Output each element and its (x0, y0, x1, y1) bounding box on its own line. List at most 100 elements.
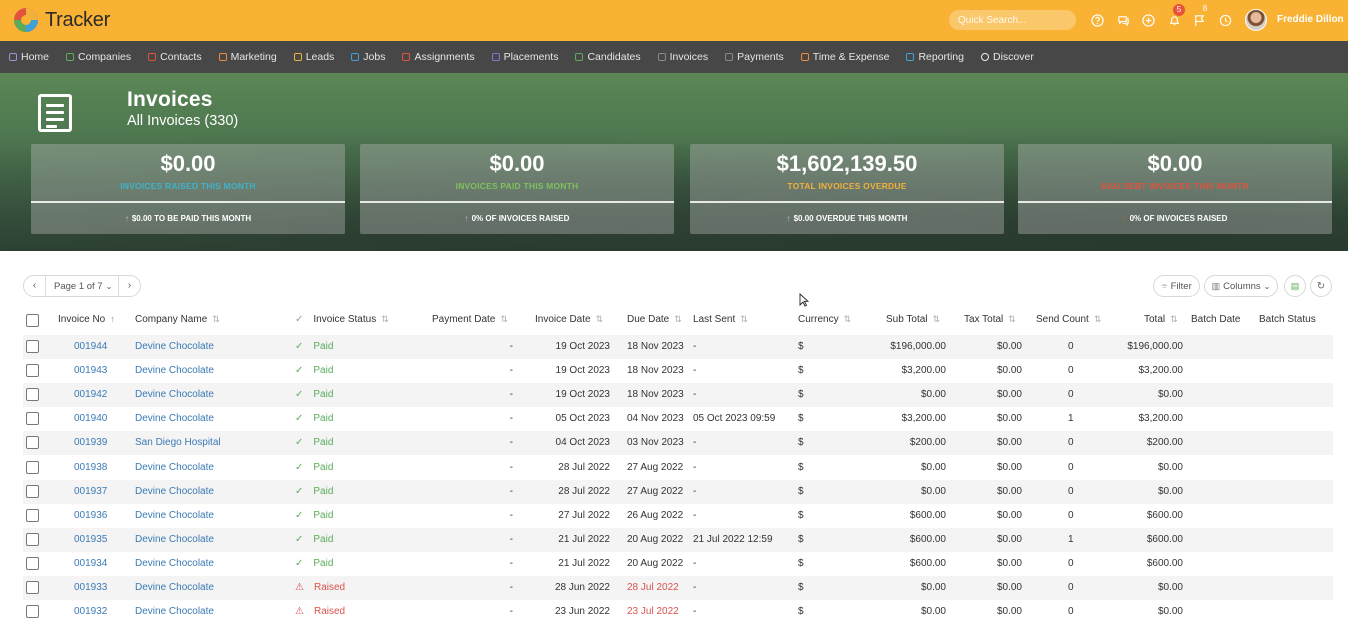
company-name-link[interactable]: Devine Chocolate (135, 486, 214, 497)
help-icon[interactable] (1089, 12, 1105, 28)
sort-icon[interactable]: ⇅ (844, 314, 852, 324)
sort-icon[interactable]: ⇅ (212, 314, 220, 324)
company-name-link[interactable]: San Diego Hospital (135, 437, 221, 448)
next-page-button[interactable]: › (118, 276, 140, 296)
sort-icon[interactable]: ⇅ (740, 314, 748, 324)
column-header-total[interactable]: Total ⇅ (1144, 314, 1178, 325)
company-name-link[interactable]: Devine Chocolate (135, 582, 214, 593)
stat-card-bad-debt[interactable]: $0.00 BAD DEBT INVOICES THIS MONTH ↑ 0% O… (1018, 144, 1332, 234)
user-name[interactable]: Freddie Dillon (1277, 14, 1344, 25)
nav-item-invoices[interactable]: Invoices (657, 51, 708, 63)
row-checkbox[interactable] (26, 412, 39, 426)
invoice-number-link[interactable]: 001940 (74, 413, 107, 424)
sort-icon[interactable]: ⇅ (500, 314, 508, 324)
company-name-link[interactable]: Devine Chocolate (135, 558, 214, 569)
column-header-tax-total[interactable]: Tax Total ⇅ (964, 314, 1016, 325)
sort-icon[interactable]: ⇅ (381, 314, 389, 324)
export-excel-button[interactable]: ▤ (1284, 275, 1306, 297)
invoice-number-link[interactable]: 001932 (74, 606, 107, 617)
sort-icon[interactable]: ⇅ (596, 314, 604, 324)
table-row[interactable]: 001938 Devine Chocolate ✓ Paid - 28 Jul 2022 2… (23, 456, 1333, 480)
row-checkbox[interactable] (26, 556, 39, 570)
invoice-number-link[interactable]: 001937 (74, 486, 107, 497)
table-row[interactable]: 001936 Devine Chocolate ✓ Paid - 27 Jul 2022 2… (23, 504, 1333, 528)
invoice-number-link[interactable]: 001933 (74, 582, 107, 593)
user-avatar[interactable] (1245, 9, 1267, 31)
table-row[interactable]: 001935 Devine Chocolate ✓ Paid - 21 Jul 2022 2… (23, 527, 1333, 552)
quick-search-input[interactable] (949, 10, 1076, 30)
sort-icon[interactable]: ⇅ (1170, 314, 1178, 324)
column-header-company-name[interactable]: Company Name ⇅ (135, 314, 220, 325)
nav-item-time-expense[interactable]: Time & Expense (800, 51, 889, 63)
invoice-number-link[interactable]: 001944 (74, 341, 107, 352)
company-name-link[interactable]: Devine Chocolate (135, 413, 214, 424)
page-select[interactable]: Page 1 of 7 ⌄ (46, 281, 118, 292)
prev-page-button[interactable]: ‹ (24, 276, 46, 296)
invoice-number-link[interactable]: 001934 (74, 558, 107, 569)
company-name-link[interactable]: Devine Chocolate (135, 510, 214, 521)
columns-button[interactable]: ▥ Columns ⌄ (1204, 275, 1278, 297)
invoice-number-link[interactable]: 001943 (74, 365, 107, 376)
table-row[interactable]: 001939 San Diego Hospital ✓ Paid - 04 Oct 202… (23, 431, 1333, 456)
column-header-last-sent[interactable]: Last Sent ⇅ (693, 314, 748, 325)
sort-icon[interactable]: ⇅ (1008, 314, 1016, 324)
row-checkbox[interactable] (26, 364, 39, 378)
column-header-invoice-no[interactable]: Invoice No ↑ (58, 314, 115, 325)
invoice-number-link[interactable]: 001936 (74, 510, 107, 521)
row-checkbox[interactable] (26, 388, 39, 402)
row-checkbox[interactable] (26, 436, 39, 450)
row-checkbox[interactable] (26, 532, 39, 546)
row-checkbox[interactable] (26, 460, 39, 474)
invoice-number-link[interactable]: 001935 (74, 534, 107, 545)
nav-item-reporting[interactable]: Reporting (906, 51, 964, 63)
sort-icon[interactable]: ⇅ (1094, 314, 1102, 324)
invoice-number-link[interactable]: 001939 (74, 437, 107, 448)
invoice-number-link[interactable]: 001938 (74, 462, 107, 473)
nav-item-assignments[interactable]: Assignments (402, 51, 475, 63)
column-header-sub-total[interactable]: Sub Total ⇅ (886, 314, 940, 325)
stat-card-raised[interactable]: $0.00 INVOICES RAISED THIS MONTH ↑ $0.00 … (31, 144, 345, 234)
sort-asc-icon[interactable]: ↑ (110, 314, 115, 324)
invoice-number-link[interactable]: 001942 (74, 389, 107, 400)
company-name-link[interactable]: Devine Chocolate (135, 534, 214, 545)
nav-item-home[interactable]: Home (9, 51, 49, 63)
table-row[interactable]: 001944 Devine Chocolate ✓ Paid - 19 Oct 2023 1… (23, 335, 1333, 359)
company-name-link[interactable]: Devine Chocolate (135, 462, 214, 473)
tracker-logo-icon[interactable] (13, 6, 39, 34)
column-header-due-date[interactable]: Due Date ⇅ (627, 314, 682, 325)
table-row[interactable]: 001933 Devine Chocolate ⚠ Raised - 28 Jun 202… (23, 576, 1333, 600)
table-row[interactable]: 001942 Devine Chocolate ✓ Paid - 19 Oct 2023 1… (23, 383, 1333, 408)
table-row[interactable]: 001940 Devine Chocolate ✓ Paid - 05 Oct 2023 0… (23, 407, 1333, 431)
add-icon[interactable] (1140, 12, 1156, 28)
column-header-batch-status[interactable]: Batch Status (1259, 314, 1316, 325)
nav-item-payments[interactable]: Payments (725, 51, 784, 63)
column-header-invoice-status[interactable]: ✓ Invoice Status ⇅ (295, 314, 389, 325)
stat-card-overdue[interactable]: $1,602,139.50 TOTAL INVOICES OVERDUE ↑ $0… (690, 144, 1004, 234)
chat-icon[interactable] (1115, 12, 1131, 28)
nav-item-discover[interactable]: Discover (980, 51, 1034, 63)
nav-item-marketing[interactable]: Marketing (218, 51, 277, 63)
company-name-link[interactable]: Devine Chocolate (135, 606, 214, 617)
filter-button[interactable]: ⌯ Filter (1153, 275, 1200, 297)
sort-icon[interactable]: ⇅ (933, 314, 941, 324)
flag-icon[interactable]: 8 (1191, 4, 1207, 28)
nav-item-leads[interactable]: Leads (293, 51, 334, 63)
nav-item-candidates[interactable]: Candidates (575, 51, 641, 63)
company-name-link[interactable]: Devine Chocolate (135, 389, 214, 400)
stat-card-paid[interactable]: $0.00 INVOICES PAID THIS MONTH ↑ 0% OF IN… (360, 144, 674, 234)
nav-item-companies[interactable]: Companies (66, 51, 131, 63)
nav-item-contacts[interactable]: Contacts (148, 51, 202, 63)
table-row[interactable]: 001932 Devine Chocolate ⚠ Raised - 23 Jun 202… (23, 600, 1333, 624)
table-row[interactable]: 001934 Devine Chocolate ✓ Paid - 21 Jul 2022 2… (23, 552, 1333, 576)
company-name-link[interactable]: Devine Chocolate (135, 341, 214, 352)
history-clock-icon[interactable] (1217, 12, 1233, 28)
row-checkbox[interactable] (26, 508, 39, 522)
sort-icon[interactable]: ⇅ (674, 314, 682, 324)
row-checkbox[interactable] (26, 340, 39, 353)
table-row[interactable]: 001943 Devine Chocolate ✓ Paid - 19 Oct 2023 1… (23, 359, 1333, 383)
notifications-bell-icon[interactable]: 5 (1166, 4, 1185, 28)
row-checkbox[interactable] (26, 605, 39, 619)
column-header-currency[interactable]: Currency ⇅ (798, 314, 851, 325)
nav-item-jobs[interactable]: Jobs (351, 51, 385, 63)
column-header-payment-date[interactable]: Payment Date ⇅ (432, 314, 508, 325)
